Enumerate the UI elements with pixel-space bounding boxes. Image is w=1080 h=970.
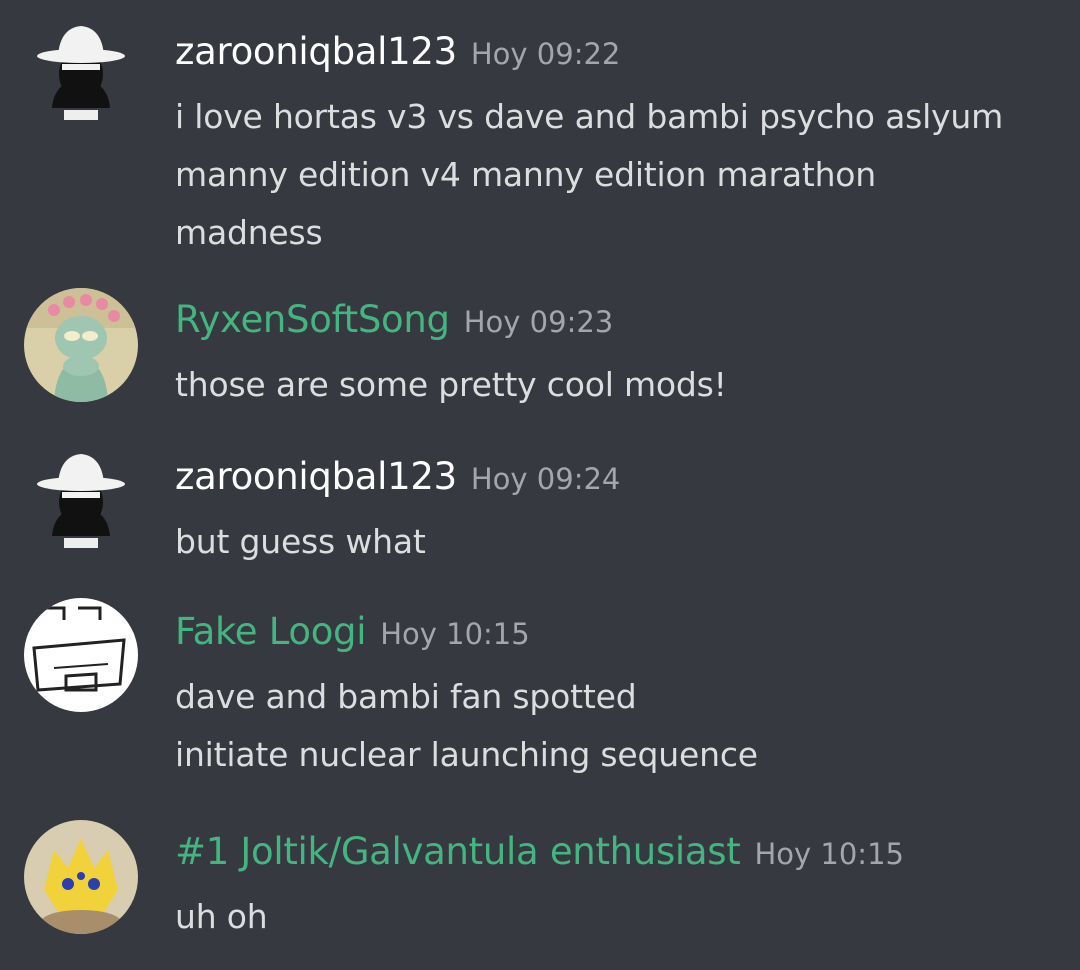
message-timestamp: Hoy 09:22 (470, 37, 621, 71)
message-text-line: manny edition v4 manny edition marathon (175, 155, 877, 194)
joltik-avatar-icon (24, 820, 138, 934)
message-username[interactable]: Fake Loogi (175, 610, 367, 653)
message-text-line: dave and bambi fan spotted (175, 677, 637, 716)
sketch-face-avatar-icon (24, 598, 138, 712)
message-timestamp: Hoy 10:15 (754, 837, 904, 871)
user-avatar[interactable] (24, 598, 138, 712)
message-timestamp: Hoy 10:15 (380, 617, 530, 651)
squidward-flower-crown-avatar-icon (24, 288, 138, 402)
message-text-line: i love hortas v3 vs dave and bambi psych… (175, 97, 1004, 136)
message-username[interactable]: RyxenSoftSong (175, 298, 450, 341)
message-text-line: madness (175, 213, 323, 252)
message-username[interactable]: zarooniqbal123 (175, 455, 457, 498)
message-text-line: those are some pretty cool mods! (175, 365, 727, 404)
user-avatar[interactable] (24, 288, 138, 402)
message-text-line: initiate nuclear launching sequence (175, 735, 758, 774)
message-timestamp: Hoy 09:23 (463, 305, 614, 339)
message-username[interactable]: zarooniqbal123 (175, 30, 457, 73)
user-avatar[interactable] (24, 12, 138, 126)
message-username[interactable]: #1 Joltik/Galvantula enthusiast (175, 830, 741, 873)
user-avatar[interactable] (24, 440, 138, 554)
white-hat-silhouette-avatar-icon (24, 12, 138, 126)
user-avatar[interactable] (24, 820, 138, 934)
chat-message-list: zarooniqbal123 Hoy 09:22 i love hortas v3… (0, 0, 1080, 970)
message-text-line: uh oh (175, 897, 268, 936)
message-text-line: but guess what (175, 522, 426, 561)
white-hat-silhouette-avatar-icon (24, 440, 138, 554)
message-timestamp: Hoy 09:24 (470, 462, 621, 496)
